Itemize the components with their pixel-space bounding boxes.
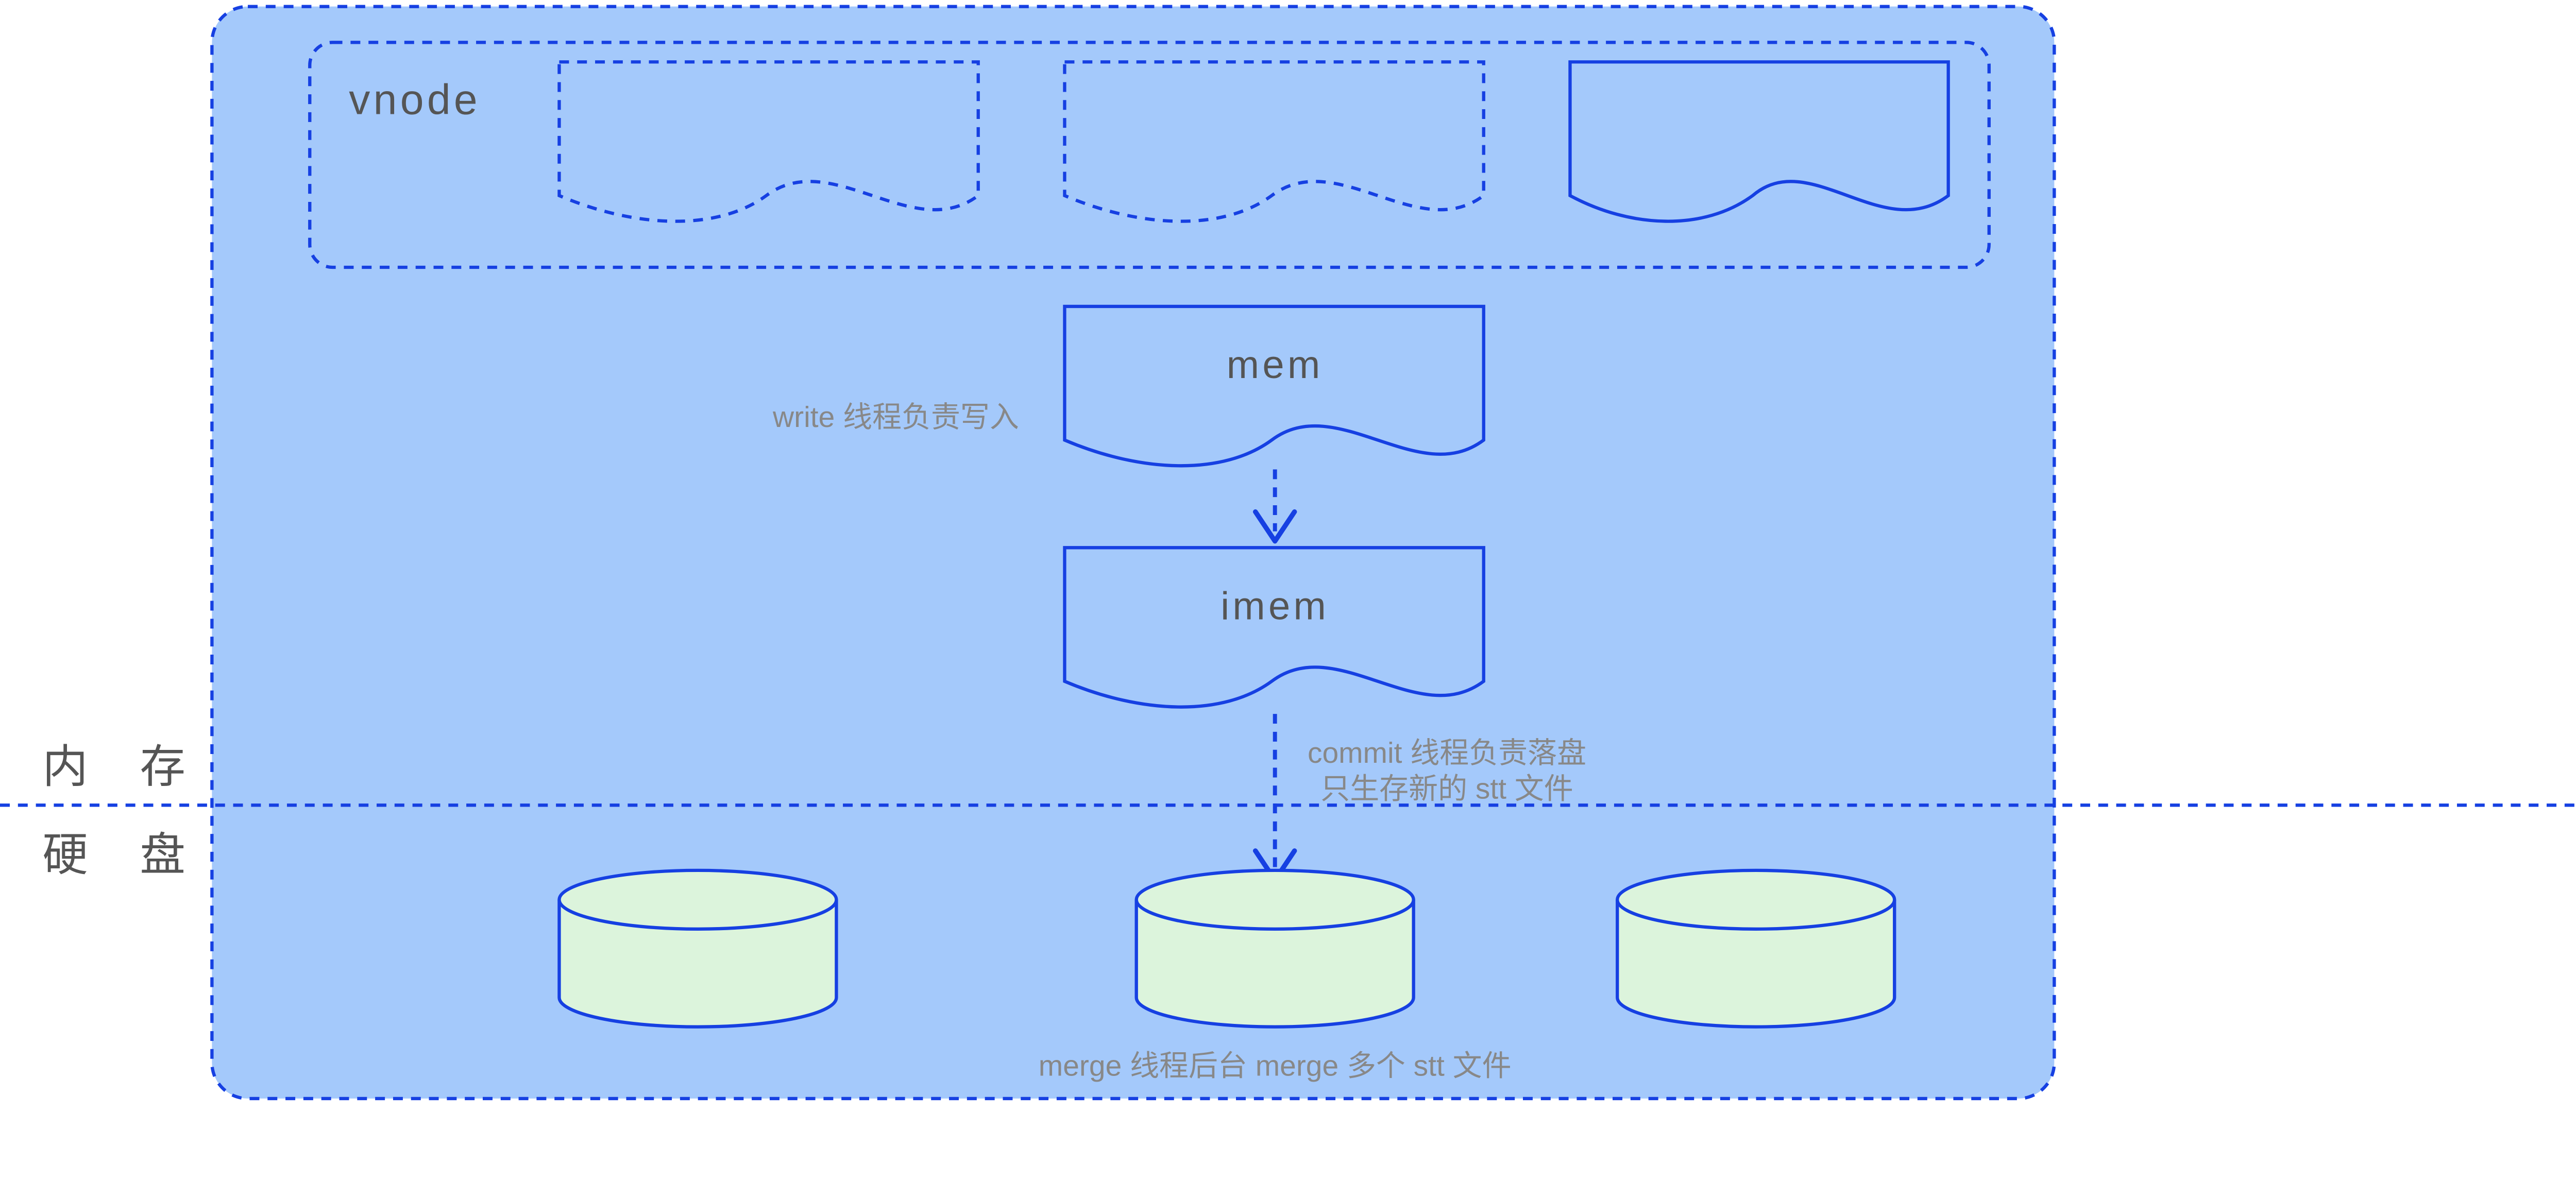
write-label: write 线程负责写入 <box>772 401 1019 434</box>
disk-label: 硬 盘 <box>42 829 205 880</box>
vnode-label: vnode <box>349 77 481 124</box>
architecture-diagram: vnode mem write 线程负责写入 imem commit 线程负责落… <box>0 0 2576 1111</box>
disk-cylinder-2 <box>1137 870 1414 1027</box>
disk-cylinder-1 <box>559 870 836 1027</box>
commit-label-2: 只生存新的 stt 文件 <box>1320 773 1573 806</box>
merge-label: merge 线程后台 merge 多个 stt 文件 <box>1039 1050 1512 1083</box>
commit-label-1: commit 线程负责落盘 <box>1308 737 1586 769</box>
memory-label: 内 存 <box>42 741 205 792</box>
disk-cylinder-3 <box>1617 870 1894 1027</box>
imem-label: imem <box>1221 585 1329 628</box>
mem-label: mem <box>1227 343 1324 387</box>
